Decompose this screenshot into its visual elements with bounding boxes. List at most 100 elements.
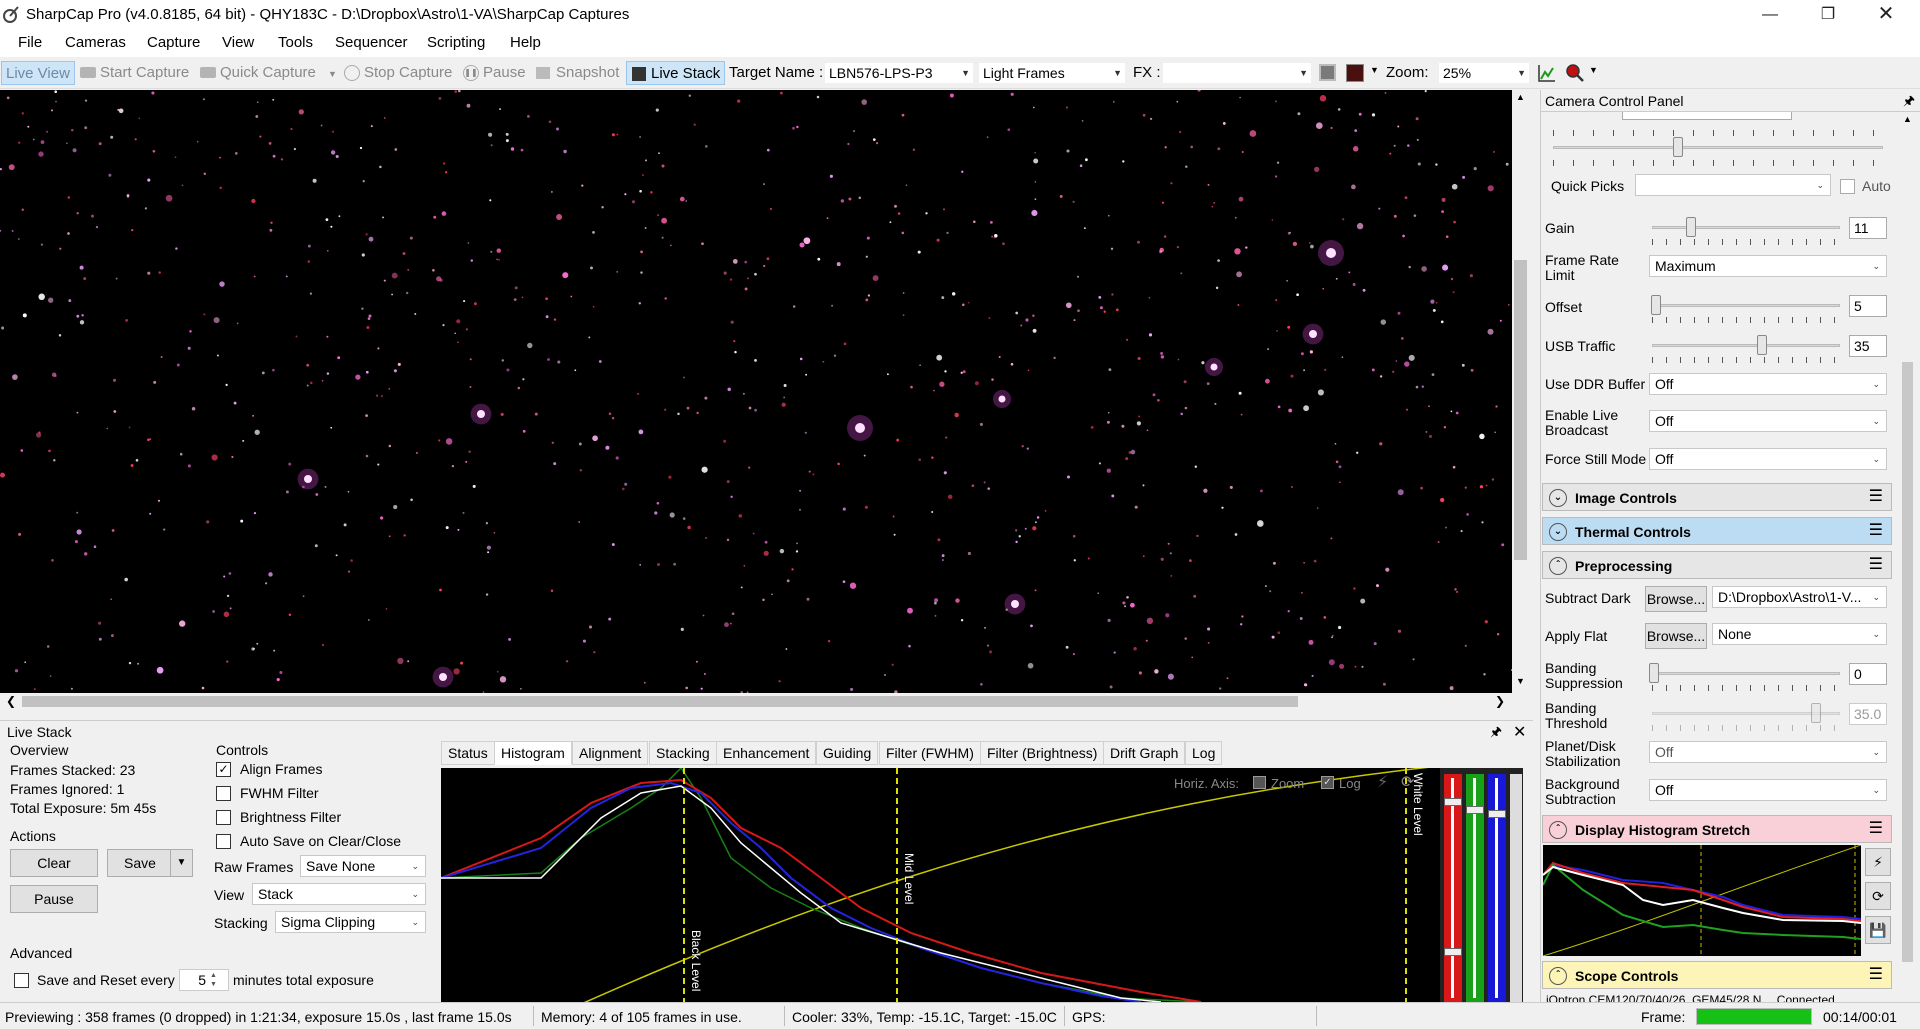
banding-threshold-field[interactable]: 35.0: [1849, 703, 1887, 725]
tab-drift-graph[interactable]: Drift Graph: [1103, 741, 1186, 765]
chevron-down-icon[interactable]: ▼: [1370, 65, 1379, 75]
live-view-button[interactable]: Live View: [1, 61, 75, 85]
fx-select[interactable]: ▼: [1162, 62, 1312, 84]
hamburger-menu-icon[interactable]: ☰: [1869, 557, 1883, 573]
maximize-icon[interactable]: ❐: [1799, 0, 1857, 29]
tab-guiding[interactable]: Guiding: [816, 741, 879, 765]
menu-view[interactable]: View: [222, 34, 254, 51]
banding-suppression-field[interactable]: 0: [1849, 663, 1887, 685]
tab-enhancement[interactable]: Enhancement: [716, 741, 817, 765]
red-slider-handle[interactable]: [1444, 798, 1462, 806]
tab-histogram[interactable]: Histogram: [494, 741, 572, 765]
subtract-dark-select[interactable]: D:\Dropbox\Astro\1-V... ⌄: [1712, 586, 1887, 608]
auto-save-checkbox[interactable]: [216, 834, 231, 849]
save-icon[interactable]: 💾: [1865, 916, 1891, 944]
frame-rate-select[interactable]: Maximum ⌄: [1649, 255, 1887, 277]
threshold-slider-thumb[interactable]: [1811, 703, 1821, 723]
apply-flat-select[interactable]: None ⌄: [1712, 623, 1887, 645]
chevron-down-icon[interactable]: ▼: [328, 69, 337, 79]
auto-checkbox[interactable]: [1840, 179, 1855, 194]
menu-cameras[interactable]: Cameras: [65, 34, 126, 51]
scroll-thumb[interactable]: [1902, 362, 1913, 962]
close-icon[interactable]: ✕: [1513, 722, 1526, 742]
stack-histogram[interactable]: Black Level Mid Level White Level Horiz.…: [441, 768, 1523, 1002]
clear-button[interactable]: Clear: [10, 849, 98, 877]
gain-slider-track[interactable]: [1652, 226, 1840, 229]
green-slider-handle[interactable]: [1466, 806, 1484, 814]
save-reset-checkbox[interactable]: [14, 973, 29, 988]
usb-traffic-field[interactable]: 35: [1849, 335, 1887, 357]
spinner-icon[interactable]: ▲ ▼: [210, 971, 217, 989]
target-name-input[interactable]: LBN576-LPS-P3 ▼: [824, 62, 974, 84]
panel-scrollbar[interactable]: ▲: [1899, 112, 1916, 1002]
image-controls-section[interactable]: ⌄ Image Controls ☰: [1542, 483, 1892, 511]
quick-picks-select[interactable]: ⌄: [1635, 174, 1831, 196]
image-viewer[interactable]: [0, 90, 1512, 693]
zoom-select[interactable]: 25% ▼: [1438, 62, 1530, 84]
hamburger-menu-icon[interactable]: ☰: [1869, 967, 1883, 983]
chevron-down-icon[interactable]: ▼: [1516, 676, 1525, 686]
gain-slider-thumb[interactable]: [1686, 217, 1696, 237]
menu-capture[interactable]: Capture: [147, 34, 200, 51]
display-histogram-section[interactable]: ˆ Display Histogram Stretch ☰: [1542, 815, 1892, 843]
menu-file[interactable]: File: [18, 34, 42, 51]
auto-stretch-icon[interactable]: ⚡: [1865, 848, 1891, 876]
snapshot-button[interactable]: Snapshot: [534, 61, 619, 85]
magnifier-icon[interactable]: [1565, 63, 1585, 83]
color-swatch-icon[interactable]: [1346, 64, 1364, 82]
pin-icon[interactable]: 🖈: [1490, 723, 1502, 745]
save-reset-minutes-field[interactable]: 5: [179, 969, 229, 991]
gray-swatch-icon[interactable]: [1319, 64, 1336, 81]
usb-slider-thumb[interactable]: [1757, 335, 1767, 355]
scroll-thumb[interactable]: [1514, 260, 1527, 560]
tab-filter-fwhm[interactable]: Filter (FWHM): [879, 741, 981, 765]
tab-alignment[interactable]: Alignment: [572, 741, 649, 765]
chevron-down-icon[interactable]: ▼: [1589, 65, 1598, 75]
align-frames-checkbox[interactable]: ✓: [216, 762, 231, 777]
zoom-checkbox[interactable]: [1253, 776, 1266, 789]
start-capture-button[interactable]: Start Capture: [78, 61, 189, 85]
usb-slider-track[interactable]: [1652, 344, 1840, 347]
tab-log[interactable]: Log: [1185, 741, 1223, 765]
menu-sequencer[interactable]: Sequencer: [335, 34, 408, 51]
exposure-slider-thumb[interactable]: [1673, 137, 1683, 157]
hamburger-menu-icon[interactable]: ☰: [1869, 821, 1883, 837]
offset-field[interactable]: 5: [1849, 295, 1887, 317]
ddr-buffer-select[interactable]: Off ⌄: [1649, 373, 1887, 395]
minimize-icon[interactable]: —: [1741, 0, 1799, 29]
display-histogram-chart[interactable]: [1543, 845, 1861, 956]
planet-stabilization-select[interactable]: Off ⌄: [1649, 741, 1887, 763]
fwhm-filter-checkbox[interactable]: [216, 786, 231, 801]
frame-type-select[interactable]: Light Frames ▼: [978, 62, 1126, 84]
subtract-dark-browse-button[interactable]: Browse...: [1645, 586, 1707, 612]
stacking-select[interactable]: Sigma Clipping ⌄: [275, 911, 426, 933]
menu-help[interactable]: Help: [510, 34, 541, 51]
menu-tools[interactable]: Tools: [278, 34, 313, 51]
tab-filter-brightness[interactable]: Filter (Brightness): [980, 741, 1105, 765]
close-icon[interactable]: ✕: [1857, 0, 1915, 29]
background-subtraction-select[interactable]: Off ⌄: [1649, 779, 1887, 801]
scroll-thumb[interactable]: [22, 696, 1298, 707]
gain-field[interactable]: 11: [1849, 217, 1887, 239]
brightness-filter-checkbox[interactable]: [216, 810, 231, 825]
quick-capture-button[interactable]: Quick Capture ▼: [198, 61, 337, 85]
hamburger-menu-icon[interactable]: ☰: [1869, 489, 1883, 505]
horizontal-scrollbar[interactable]: ❮ ❯: [0, 693, 1512, 710]
apply-flat-browse-button[interactable]: Browse...: [1645, 623, 1707, 649]
view-select[interactable]: Stack ⌄: [252, 883, 426, 905]
exposure-slider-track[interactable]: [1553, 146, 1883, 149]
banding-slider-track[interactable]: [1652, 672, 1840, 675]
save-dropdown-chevron-down-icon[interactable]: ▼: [170, 849, 193, 877]
tab-status[interactable]: Status: [441, 741, 495, 765]
save-button[interactable]: Save: [107, 849, 173, 877]
force-still-select[interactable]: Off ⌄: [1649, 448, 1887, 470]
chevron-up-icon[interactable]: ▲: [1903, 114, 1912, 124]
pin-icon[interactable]: 🖈: [1903, 92, 1915, 114]
reset-icon[interactable]: ⟳: [1401, 772, 1414, 792]
tab-stacking[interactable]: Stacking: [649, 741, 717, 765]
chevron-up-icon[interactable]: ▲: [1516, 92, 1525, 102]
log-checkbox[interactable]: ✓: [1321, 776, 1334, 789]
chevron-left-icon[interactable]: ❮: [6, 694, 16, 708]
banding-slider-thumb[interactable]: [1649, 663, 1659, 683]
live-stack-button[interactable]: Live Stack: [626, 61, 726, 85]
